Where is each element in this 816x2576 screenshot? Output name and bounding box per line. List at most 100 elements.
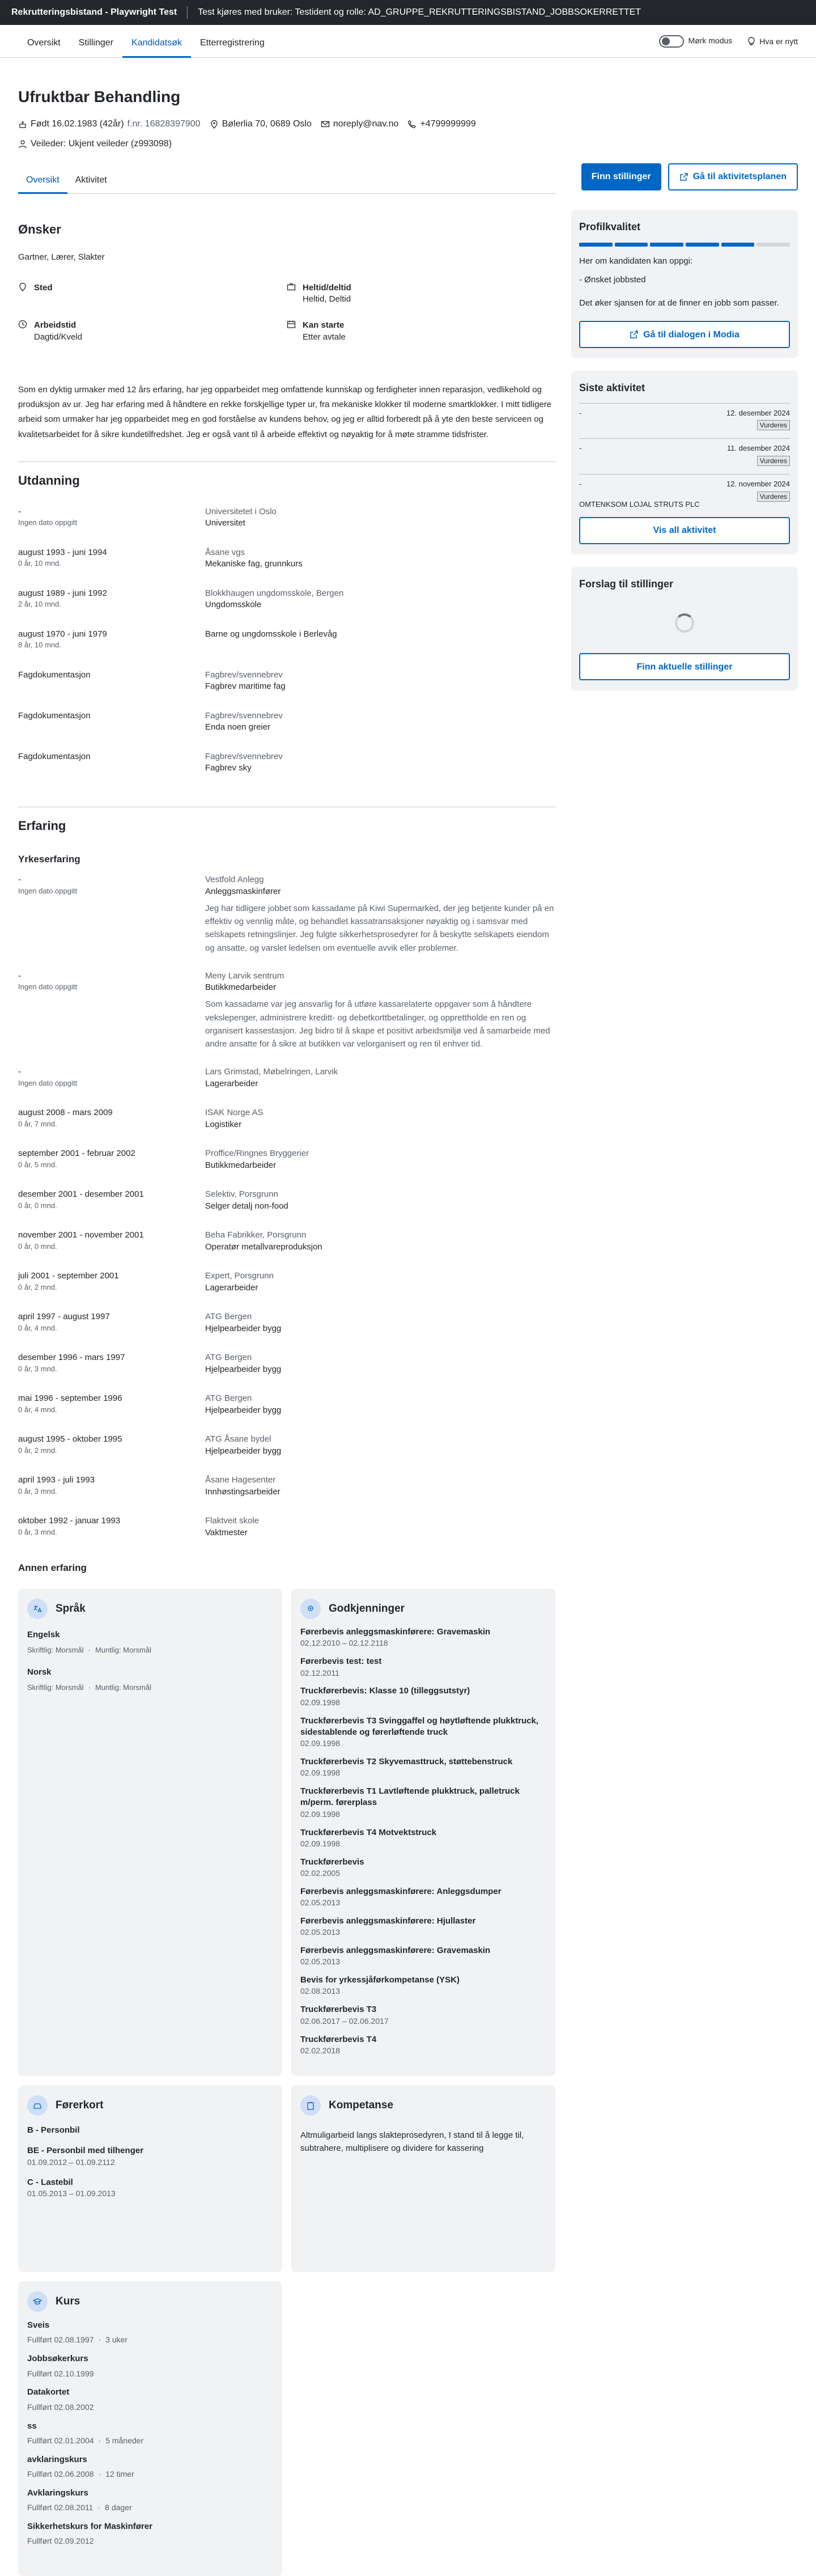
- location-icon: [18, 282, 27, 291]
- experience-org: ATG Bergen: [205, 1393, 252, 1404]
- experience-row: - Ingen dato oppgitt Vestfold Anlegg Anlegg…: [18, 874, 555, 955]
- show-all-activity-button[interactable]: Vis all aktivitet: [579, 517, 790, 545]
- tab-stillinger[interactable]: Stillinger: [70, 37, 122, 57]
- experience-org: Åsane Hagesenter: [205, 1475, 276, 1485]
- experience-date: mai 1996 - september 1996: [18, 1393, 122, 1404]
- license-name: B - Personbil: [27, 2125, 80, 2136]
- course-duration: 5 måneder: [105, 2435, 144, 2445]
- experience-title: Vaktmester: [205, 1527, 248, 1537]
- activity-heading: Siste aktivitet: [579, 382, 645, 394]
- start-label: Kan starte: [303, 320, 345, 331]
- experience-org: ATG Bergen: [205, 1353, 252, 1363]
- experience-date-col: april 1993 - juli 1993 0 år, 3 mnd.: [18, 1475, 205, 1515]
- course-name: Sveis: [27, 2320, 50, 2331]
- experience-title: Hjelpearbeider bygg: [205, 1446, 282, 1456]
- experience-detail-col: ATG Bergen Hjelpearbeider bygg: [205, 1352, 555, 1393]
- approval-date: 02.09.1998: [300, 1697, 341, 1707]
- license-date: 01.05.2013 – 01.09.2013: [27, 2188, 116, 2198]
- dark-mode-label: Mørk modus: [688, 36, 733, 45]
- licenses-heading: Førerkort: [56, 2099, 104, 2112]
- main-content: Ønsker Gartner, Lærer, Slakter Sted Helt…: [18, 221, 555, 2576]
- language-written: Skriftlig: Morsmål: [27, 1683, 84, 1692]
- experience-date: oktober 1992 - januar 1993: [18, 1516, 121, 1526]
- translate-icon: [27, 1599, 48, 1620]
- experience-title: Anleggsmaskinfører: [205, 886, 281, 896]
- approval-name: Truckførerbevis T2 Skyvemasttruck, støtt…: [300, 1757, 513, 1766]
- education-row: Fagdokumentasjon Fagbrev/svennebrev Fagbre…: [18, 670, 555, 710]
- external-link-icon: [679, 172, 688, 181]
- course-item: Sveis Fullført 02.08.1997 · 3 uker: [27, 2320, 273, 2345]
- work-value: Heltid, Deltid: [303, 294, 351, 304]
- modia-dialog-button[interactable]: Gå til dialogen i Modia: [579, 321, 790, 349]
- course-meta: Fullført 02.10.1999: [27, 2369, 273, 2379]
- education-org: Fagbrev/svennebrev: [205, 751, 283, 761]
- experience-org: ISAK Norge AS: [205, 1108, 264, 1118]
- approval-item: Truckførerbevis T2 Skyvemasttruck, støtt…: [300, 1756, 546, 1778]
- experience-org: Meny Larvik sentrum: [205, 971, 284, 981]
- experience-detail-col: ATG Åsane bydel Hjelpearbeider bygg: [205, 1434, 555, 1475]
- experience-date: september 2001 - februar 2002: [18, 1149, 135, 1159]
- experience-title: Butikkmedarbeider: [205, 1160, 277, 1170]
- education-detail-col: Universitetet i Oslo Universitet: [205, 506, 555, 547]
- approval-date: 02.06.2017 – 02.06.2017: [300, 2016, 389, 2026]
- find-jobs-button[interactable]: Finn stillinger: [581, 163, 661, 190]
- tab-oversikt[interactable]: Oversikt: [18, 37, 70, 57]
- approval-date: 02.12.2010 – 02.12.2118: [300, 1638, 388, 1648]
- experience-duration: 0 år, 2 mnd.: [18, 1446, 57, 1455]
- experience-date: -: [18, 1067, 21, 1077]
- education-date: august 1989 - juni 1992: [18, 588, 107, 598]
- experience-date: -: [18, 971, 21, 981]
- approval-item: Førerbevis anleggsmaskinførere: Hjullast…: [300, 1916, 546, 1938]
- experience-duration: 0 år, 0 mnd.: [18, 1201, 57, 1210]
- approvals-card: Godkjenninger Førerbevis anleggsmaskinfø…: [291, 1588, 555, 2077]
- wishes-heading: Ønsker: [18, 222, 61, 236]
- approval-name: Truckførerbevis: [300, 1857, 364, 1867]
- other-experience-heading: Annen erfaring: [18, 1562, 87, 1574]
- language-levels: Skriftlig: Morsmål · Muntlig: Morsmål: [27, 1683, 273, 1693]
- experience-row: august 1995 - oktober 1995 0 år, 2 mnd. AT…: [18, 1434, 555, 1475]
- profile-missing: - Ønsket jobbsted: [579, 274, 646, 285]
- experience-date: juli 2001 - september 2001: [18, 1271, 119, 1281]
- experience-title: Hjelpearbeider bygg: [205, 1323, 282, 1333]
- activity-plan-button[interactable]: Gå til aktivitetsplanen: [668, 163, 798, 190]
- experience-detail-col: Selektiv, Porsgrunn Selger detalj non-foo…: [205, 1189, 555, 1230]
- experience-duration: 0 år, 3 mnd.: [18, 1527, 57, 1536]
- loading-spinner-icon: [675, 613, 694, 633]
- activity-left: - OMTENKSOM LOJAL STRUTS PLC: [579, 479, 700, 509]
- experience-row: - Ingen dato oppgitt Lars Grimstad, Møbelr…: [18, 1066, 555, 1107]
- tab-kandidatsok[interactable]: Kandidatsøk: [122, 37, 191, 58]
- approval-name: Førerbevis anleggsmaskinførere: Hjullast…: [300, 1916, 476, 1926]
- activity-item: - 12. desember 2024 Vurderes: [579, 402, 790, 431]
- quality-segment: [686, 243, 719, 247]
- address: Bølerlia 70, 0689 Oslo: [222, 118, 312, 129]
- education-duration: 0 år, 10 mnd.: [18, 558, 61, 567]
- experience-org: Beha Fabrikker, Porsgrunn: [205, 1230, 307, 1240]
- approval-name: Truckførerbevis: Klasse 10 (tilleggsutst…: [300, 1686, 470, 1696]
- separator: ·: [88, 1646, 91, 1655]
- education-org: Fagbrev/svennebrev: [205, 670, 283, 680]
- approval-date: 02.12.2011: [300, 1668, 340, 1677]
- dark-mode-toggle[interactable]: Mørk modus: [658, 35, 733, 48]
- separator: ·: [98, 2435, 101, 2445]
- education-detail-col: Fagbrev/svennebrev Fagbrev sky: [205, 751, 555, 792]
- approval-item: Førerbevis test: test 02.12.2011: [300, 1656, 546, 1678]
- quality-segment: [650, 243, 684, 247]
- tab-etterregistrering[interactable]: Etterregistrering: [191, 37, 274, 57]
- education-date-col: Fagdokumentasjon: [18, 710, 205, 751]
- tab-profile-aktivitet[interactable]: Aktivitet: [67, 174, 115, 193]
- find-relevant-jobs-button[interactable]: Finn aktuelle stillinger: [579, 653, 790, 681]
- experience-date: august 1995 - oktober 1995: [18, 1434, 122, 1444]
- email[interactable]: noreply@nav.no: [333, 118, 399, 130]
- approval-item: Bevis for yrkessjåførkompetanse (YSK) 02.…: [300, 1975, 546, 1997]
- course-date: Fullført 02.08.1997: [27, 2335, 94, 2345]
- tab-profile-oversikt[interactable]: Oversikt: [18, 174, 67, 194]
- activity-item: - 11. desember 2024 Vurderes: [579, 438, 790, 467]
- experience-date-col: - Ingen dato oppgitt: [18, 971, 205, 1051]
- course-meta: Fullført 02.06.2008 · 12 timer: [27, 2469, 273, 2480]
- approval-item: Truckførerbevis 02.02.2005: [300, 1857, 546, 1879]
- time-label: Arbeidstid: [34, 320, 76, 331]
- experience-row: mai 1996 - september 1996 0 år, 4 mnd. ATG…: [18, 1393, 555, 1434]
- experience-date-col: - Ingen dato oppgitt: [18, 1066, 205, 1107]
- whats-new-button[interactable]: Hva er nytt: [747, 36, 798, 47]
- top-bar: Rekrutteringsbistand - Playwright Test T…: [0, 0, 816, 25]
